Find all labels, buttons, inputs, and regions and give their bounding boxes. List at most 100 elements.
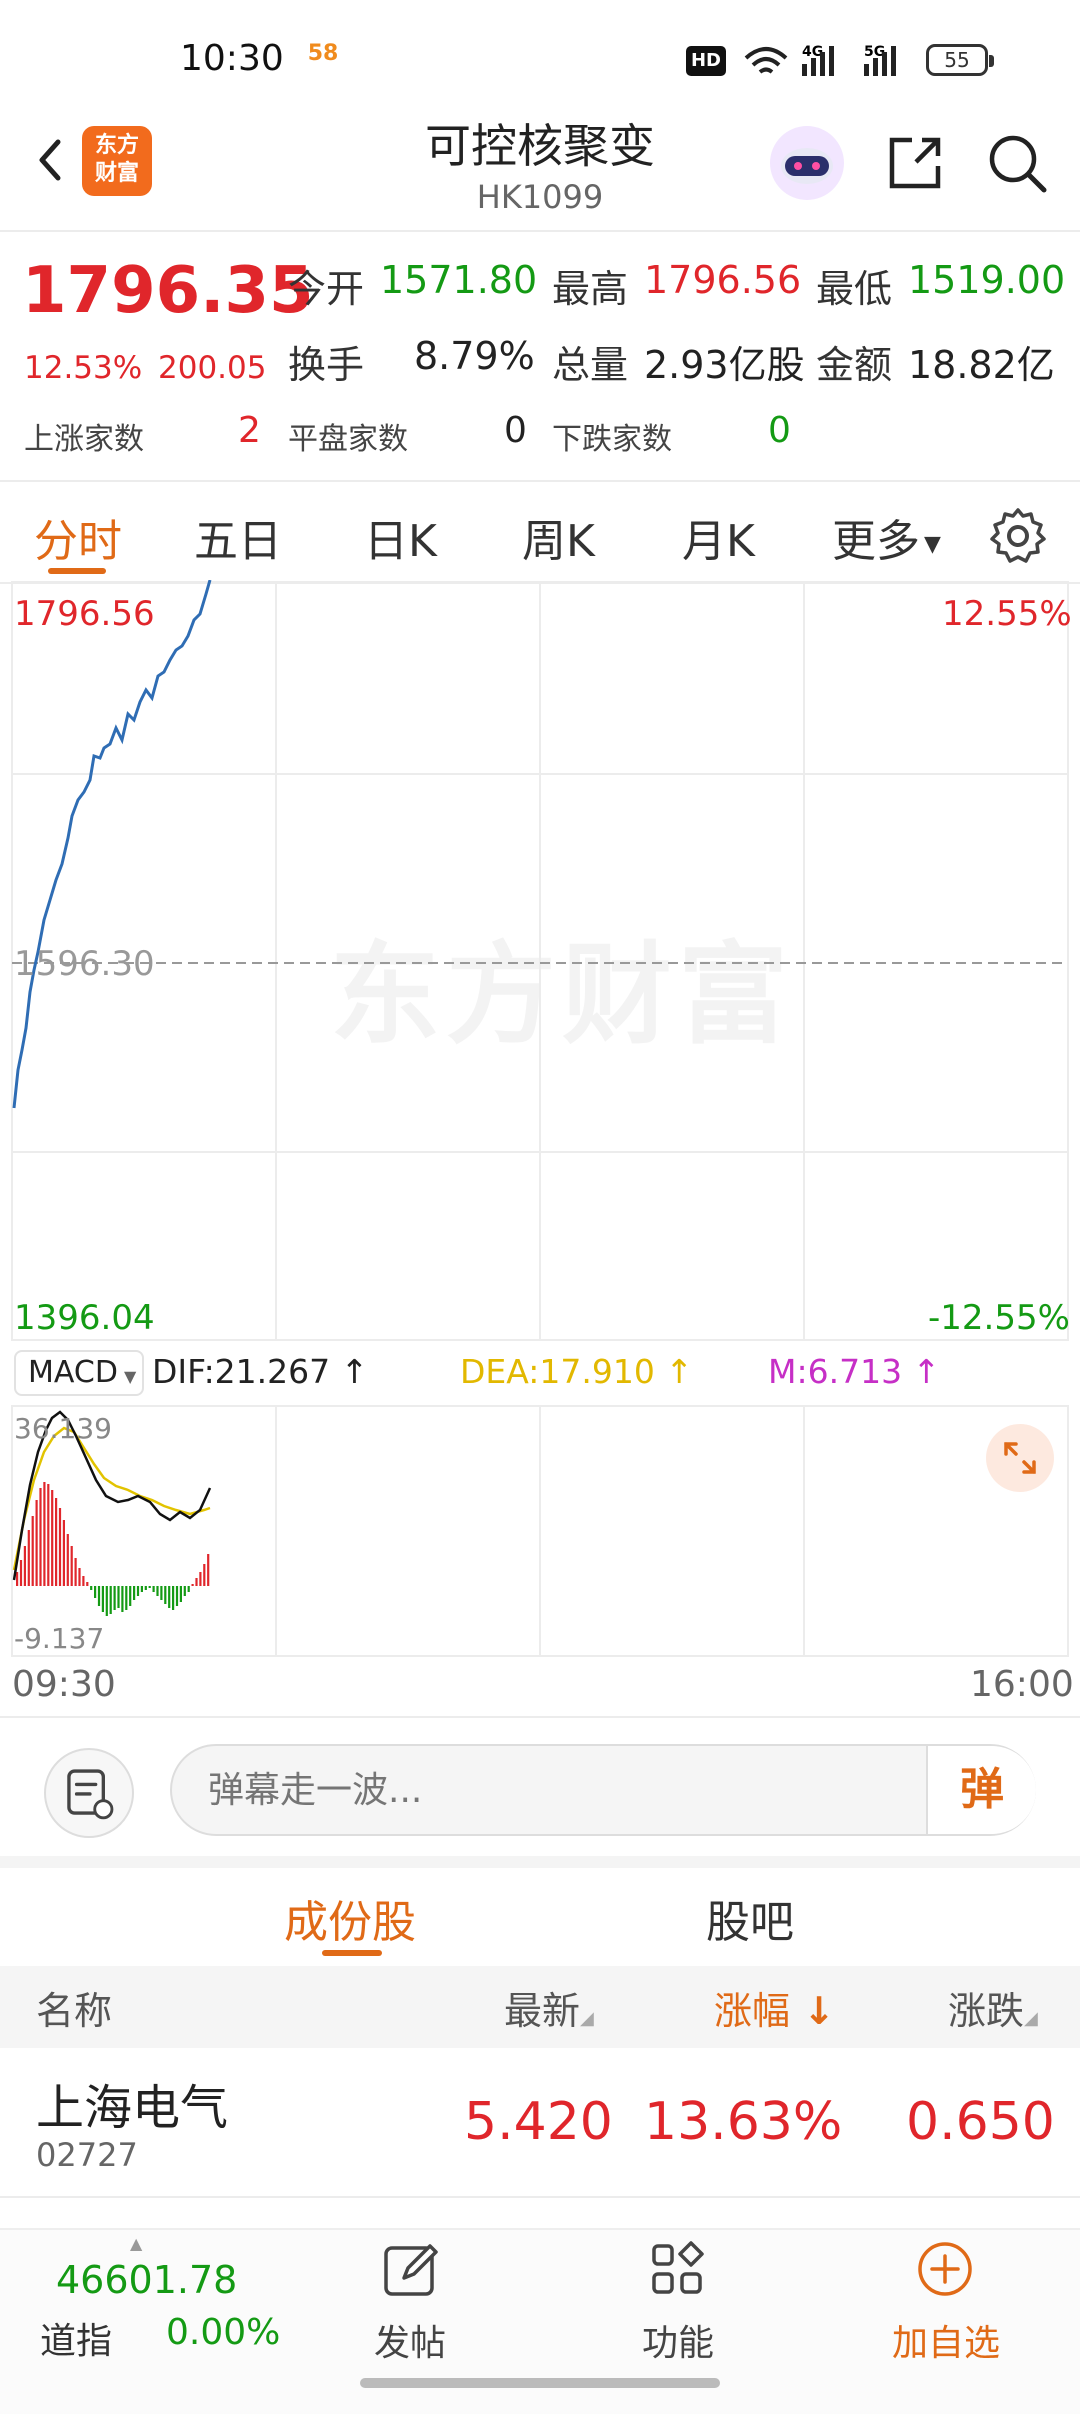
price-grid <box>11 581 1069 1341</box>
collapse-caret-icon[interactable]: ▲ <box>130 2234 142 2253</box>
macd-bar <box>183 1586 186 1596</box>
share-icon[interactable] <box>884 132 946 194</box>
column-latest[interactable]: 最新◢ <box>504 1980 594 2035</box>
arrow-up-icon: ↑ <box>902 1352 941 1391</box>
macd-bar <box>152 1586 155 1592</box>
macd-bar <box>66 1534 69 1586</box>
macd-bar <box>90 1586 93 1590</box>
up-count: 2 <box>238 410 261 451</box>
tab-intraday[interactable]: 分时 <box>34 505 122 569</box>
post-icon[interactable] <box>380 2238 442 2300</box>
macd-bar <box>74 1558 77 1586</box>
macd-bar <box>58 1508 62 1586</box>
tab-more-label: 更多 <box>832 516 920 567</box>
chart-mid-price: 1596.30 <box>14 944 155 984</box>
column-latest-label: 最新 <box>504 1989 581 2033</box>
tab-more[interactable]: 更多 ▼ <box>832 505 941 569</box>
turnover-label: 换手 <box>288 343 365 387</box>
sort-icon: ◢ <box>1024 2008 1038 2029</box>
sort-icon: ◢ <box>580 2008 594 2029</box>
low-value: 1519.00 <box>908 258 1066 302</box>
indicator-select-label: MACD <box>28 1355 118 1390</box>
macd-bar <box>97 1586 101 1606</box>
add-watchlist-icon[interactable] <box>914 2238 976 2300</box>
macd-dea-value: DEA:17.910 ↑ <box>460 1352 693 1391</box>
add-watchlist-button[interactable]: 加自选 <box>876 2314 1016 2366</box>
macd-bar <box>51 1490 54 1586</box>
sort-desc-icon: ↓ <box>790 1989 836 2033</box>
macd-bar <box>172 1586 175 1610</box>
status-time: 10:30 <box>180 38 284 79</box>
macd-bar <box>199 1572 202 1586</box>
macd-bar <box>207 1554 210 1586</box>
macd-bar <box>191 1584 194 1586</box>
macd-bar <box>43 1482 46 1586</box>
macd-bar <box>179 1586 182 1602</box>
column-change-percent[interactable]: 涨幅 ↓ <box>714 1980 835 2035</box>
chart-top-price: 1796.56 <box>14 594 155 634</box>
row-change-percent: 13.63% <box>644 2092 843 2152</box>
macd-bar <box>175 1586 179 1606</box>
column-change[interactable]: 涨跌◢ <box>948 1980 1038 2035</box>
tab-five-day[interactable]: 五日 <box>194 505 282 569</box>
macd-bar <box>31 1516 34 1586</box>
change-percent: 12.53% <box>24 350 143 386</box>
macd-bar <box>47 1484 50 1586</box>
index-change[interactable]: 0.00% <box>166 2312 280 2353</box>
low-label: 最低 <box>816 267 893 311</box>
macd-bar <box>94 1586 97 1598</box>
turnover-value: 8.79% <box>414 334 535 378</box>
row-stock-code: 02727 <box>36 2136 138 2174</box>
tab-daily-k[interactable]: 日K <box>364 505 437 569</box>
macd-top-value: 36.139 <box>14 1412 112 1445</box>
row-change-amount: 0.650 <box>906 2092 1055 2152</box>
macd-bar <box>86 1582 89 1586</box>
ai-assistant-icon[interactable] <box>768 124 846 202</box>
functions-button[interactable]: 功能 <box>608 2314 748 2366</box>
search-icon[interactable] <box>984 130 1050 196</box>
tab-constituents[interactable]: 成份股 <box>284 1886 416 1950</box>
price-line <box>12 580 212 1109</box>
danmu-send-button[interactable]: 弹 <box>926 1746 1036 1834</box>
danmu-input[interactable] <box>170 1744 1036 1836</box>
macd-dea-label: DEA:17.910 <box>460 1352 655 1391</box>
home-indicator[interactable] <box>360 2378 720 2388</box>
macd-bar <box>113 1586 116 1610</box>
macd-bar <box>125 1586 128 1610</box>
high-label: 最高 <box>552 267 629 311</box>
chevron-down-icon: ▼ <box>924 531 941 557</box>
index-name[interactable]: 道指 <box>40 2312 112 2364</box>
macd-bar <box>133 1586 136 1600</box>
tab-active-indicator <box>322 1950 382 1956</box>
tab-monthly-k[interactable]: 月K <box>682 505 755 569</box>
time-axis-end: 16:00 <box>970 1664 1074 1705</box>
macd-bar <box>168 1586 171 1608</box>
index-value[interactable]: 46601.78 <box>56 2258 237 2302</box>
macd-bar <box>144 1586 147 1590</box>
post-button[interactable]: 发帖 <box>340 2314 480 2366</box>
macd-bar <box>148 1586 151 1588</box>
intraday-chart[interactable] <box>0 580 1080 1680</box>
volume-value: 2.93亿股 <box>644 343 805 387</box>
macd-bar <box>78 1568 81 1586</box>
functions-icon[interactable] <box>646 2238 708 2300</box>
chart-bottom-percent: -12.55% <box>928 1298 1070 1338</box>
tab-weekly-k[interactable]: 周K <box>522 505 595 569</box>
tab-guba[interactable]: 股吧 <box>706 1886 794 1950</box>
macd-m-label: M:6.713 <box>768 1352 903 1391</box>
indicator-select[interactable]: MACD ▼ <box>14 1350 144 1396</box>
expand-icon[interactable] <box>986 1424 1054 1492</box>
battery-icon: 55 <box>926 44 994 76</box>
macd-bar <box>23 1546 26 1586</box>
macd-bar <box>187 1586 190 1592</box>
gear-icon[interactable] <box>988 506 1048 566</box>
row-latest-price: 5.420 <box>464 2092 613 2152</box>
macd-m-value: M:6.713 ↑ <box>768 1352 940 1391</box>
chart-top-percent: 12.55% <box>942 594 1072 634</box>
macd-bottom-value: -9.137 <box>14 1622 105 1655</box>
macd-bar <box>82 1576 85 1586</box>
danmu-settings-icon[interactable] <box>44 1748 134 1838</box>
macd-bar <box>70 1546 73 1586</box>
macd-bar <box>101 1586 104 1612</box>
macd-bar <box>39 1488 42 1586</box>
